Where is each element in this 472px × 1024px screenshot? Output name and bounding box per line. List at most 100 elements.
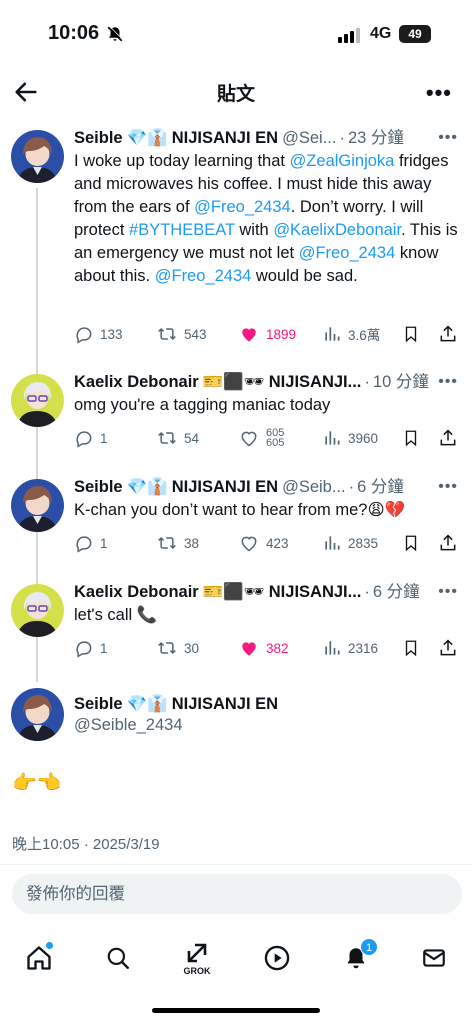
share-button[interactable]	[438, 638, 458, 658]
reply-button[interactable]: 1	[74, 428, 156, 448]
mention-link[interactable]: @ZealGinjoka	[290, 152, 395, 170]
views-button[interactable]: 2316	[322, 638, 402, 658]
tweet-text: K-chan you don’t want to hear from me?😩💔	[74, 501, 406, 519]
author-affiliation[interactable]: NIJISANJI EN	[172, 692, 278, 716]
avatar[interactable]	[11, 584, 64, 637]
author-name[interactable]: Seible	[74, 692, 123, 716]
views-icon	[325, 641, 340, 655]
mention-link[interactable]: @Freo_2434	[155, 267, 252, 285]
post-time[interactable]: 6 分鐘	[373, 580, 420, 604]
author-affiliation[interactable]: NIJISANJI EN	[172, 126, 278, 150]
tweet-text: I woke up today learning that @ZealGinjo…	[74, 152, 458, 285]
avatar[interactable]	[11, 479, 64, 532]
main-tweet-text: 👉👈	[12, 772, 62, 794]
mention-link[interactable]: @Freo_2434	[194, 198, 291, 216]
reply-button[interactable]: 1	[74, 638, 156, 658]
author-name[interactable]: Seible	[74, 126, 123, 150]
retweet-button[interactable]: 38	[156, 533, 238, 553]
share-icon	[440, 429, 456, 446]
status-time: 10:06	[48, 22, 100, 44]
views-button[interactable]: 3960	[322, 428, 402, 448]
like-button[interactable]: 605 605	[238, 428, 322, 448]
bookmark-button[interactable]	[402, 638, 420, 658]
mention-link[interactable]: @KaelixDebonair	[273, 221, 401, 239]
more-options-icon[interactable]: •••	[426, 80, 452, 106]
reply-icon	[76, 641, 92, 658]
heart-icon	[241, 431, 257, 447]
header: 貼文 •••	[0, 64, 472, 120]
author-handle[interactable]: @Sei...	[282, 126, 336, 150]
like-button[interactable]: 423	[238, 533, 322, 553]
share-icon	[440, 639, 456, 656]
hashtag-link[interactable]: #BYTHEBEAT	[129, 221, 235, 239]
post-time[interactable]: 23 分鐘	[348, 126, 404, 150]
bookmark-icon	[405, 430, 417, 447]
heart-icon	[241, 536, 257, 552]
author-affiliation[interactable]: NIJISANJI...	[269, 580, 362, 604]
affiliation-badges: 🎫⬛🕶	[202, 373, 265, 391]
avatar[interactable]	[11, 130, 64, 183]
author-name[interactable]: Kaelix Debonair	[74, 580, 199, 604]
bookmark-button[interactable]	[402, 428, 420, 448]
share-button[interactable]	[438, 324, 458, 344]
bell-off-icon	[106, 25, 124, 48]
author-name[interactable]: Kaelix Debonair	[74, 370, 199, 394]
mail-icon	[423, 949, 445, 967]
author-affiliation[interactable]: NIJISANJI EN	[172, 475, 278, 499]
post-timestamp[interactable]: 晚上10:05 · 2025/3/19	[12, 833, 160, 854]
share-button[interactable]	[438, 428, 458, 448]
retweet-button[interactable]: 543	[156, 324, 238, 344]
author-handle[interactable]: @Seible_2434	[74, 716, 458, 735]
nav-grok[interactable]: GROK	[175, 936, 219, 980]
mention-link[interactable]: @Freo_2434	[299, 244, 396, 262]
tweet-menu-icon[interactable]: •••	[432, 370, 458, 394]
views-button[interactable]: 3.6萬	[322, 324, 402, 344]
bookmark-icon	[405, 640, 417, 657]
reply-input[interactable]: 發佈你的回覆	[12, 874, 462, 914]
battery-icon: 49	[399, 25, 431, 43]
retweet-icon	[158, 536, 176, 550]
bookmark-icon	[405, 535, 417, 552]
affiliation-badges: 💎👔	[126, 478, 168, 496]
nav-home[interactable]	[17, 936, 61, 980]
retweet-icon	[158, 431, 176, 445]
page-title: 貼文	[216, 84, 255, 105]
nav-notifications[interactable]: 1	[334, 936, 378, 980]
author-handle[interactable]: @Seib...	[282, 475, 346, 499]
notification-badge: 1	[360, 938, 378, 956]
avatar[interactable]	[11, 374, 64, 427]
views-button[interactable]: 2835	[322, 533, 402, 553]
affiliation-badges: 🎫⬛🕶	[202, 583, 265, 601]
nav-messages[interactable]	[412, 936, 456, 980]
retweet-icon	[158, 327, 176, 341]
post-time[interactable]: 10 分鐘	[373, 370, 429, 394]
post-time[interactable]: 6 分鐘	[357, 475, 404, 499]
nav-search[interactable]	[96, 936, 140, 980]
bookmark-icon	[405, 326, 417, 343]
play-icon	[264, 945, 290, 971]
reply-icon	[76, 536, 92, 553]
divider	[0, 864, 472, 865]
affiliation-badges: 💎👔	[126, 129, 168, 147]
avatar[interactable]	[11, 688, 64, 741]
share-button[interactable]	[438, 533, 458, 553]
bookmark-button[interactable]	[402, 533, 420, 553]
status-bar: 10:06 4G 49	[0, 0, 472, 64]
home-indicator	[152, 1008, 320, 1013]
tweet-text: omg you're a tagging maniac today	[74, 396, 331, 414]
reply-icon	[76, 431, 92, 448]
author-name[interactable]: Seible	[74, 475, 123, 499]
retweet-button[interactable]: 54	[156, 428, 238, 448]
like-button[interactable]: 382	[238, 638, 322, 658]
tweet-menu-icon[interactable]: •••	[432, 580, 458, 604]
reply-button[interactable]: 1	[74, 533, 156, 553]
retweet-button[interactable]: 30	[156, 638, 238, 658]
reply-button[interactable]: 133	[74, 324, 156, 344]
nav-video[interactable]	[255, 936, 299, 980]
tweet-text: let's call 📞	[74, 606, 158, 624]
tweet-menu-icon[interactable]: •••	[432, 126, 458, 150]
like-button[interactable]: 1899	[238, 324, 322, 344]
bookmark-button[interactable]	[402, 324, 420, 344]
author-affiliation[interactable]: NIJISANJI...	[269, 370, 362, 394]
tweet-menu-icon[interactable]: •••	[432, 475, 458, 499]
